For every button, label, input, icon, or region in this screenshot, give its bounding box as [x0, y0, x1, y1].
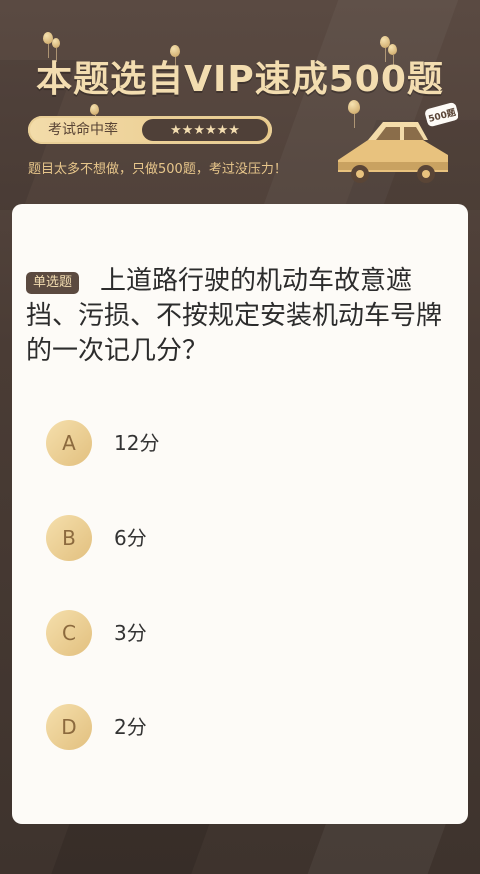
option-letter: B: [46, 515, 92, 561]
option-text: 6分: [114, 526, 147, 550]
car-illustration-icon: 500题: [338, 102, 458, 183]
hit-rate-label: 考试命中率: [48, 122, 118, 138]
option-c[interactable]: C 3分: [46, 610, 426, 656]
option-d[interactable]: D 2分: [46, 704, 426, 750]
page-title: 本题选自VIP速成500题: [36, 59, 444, 100]
option-text: 12分: [114, 431, 160, 455]
hit-rate-pill: 考试命中率 ★★★★★★: [28, 116, 272, 144]
option-letter: D: [46, 704, 92, 750]
option-text: 3分: [114, 621, 147, 645]
option-letter: A: [46, 420, 92, 466]
question-card: 单选题 上道路行驶的机动车故意遮挡、污损、不按规定安装机动车号牌的一次记几分？ …: [12, 204, 468, 824]
balloon-icon: [52, 38, 60, 62]
option-text: 2分: [114, 715, 147, 739]
balloon-icon: [90, 104, 99, 129]
subtitle: 题目太多不想做，只做500题，考过没压力！: [28, 162, 287, 177]
star-rating: ★★★★★★: [142, 119, 268, 141]
option-letter: C: [46, 610, 92, 656]
question-text: 上道路行驶的机动车故意遮挡、污损、不按规定安装机动车号牌的一次记几分？: [26, 266, 443, 366]
option-b[interactable]: B 6分: [46, 515, 426, 561]
option-a[interactable]: A 12分: [46, 420, 426, 466]
